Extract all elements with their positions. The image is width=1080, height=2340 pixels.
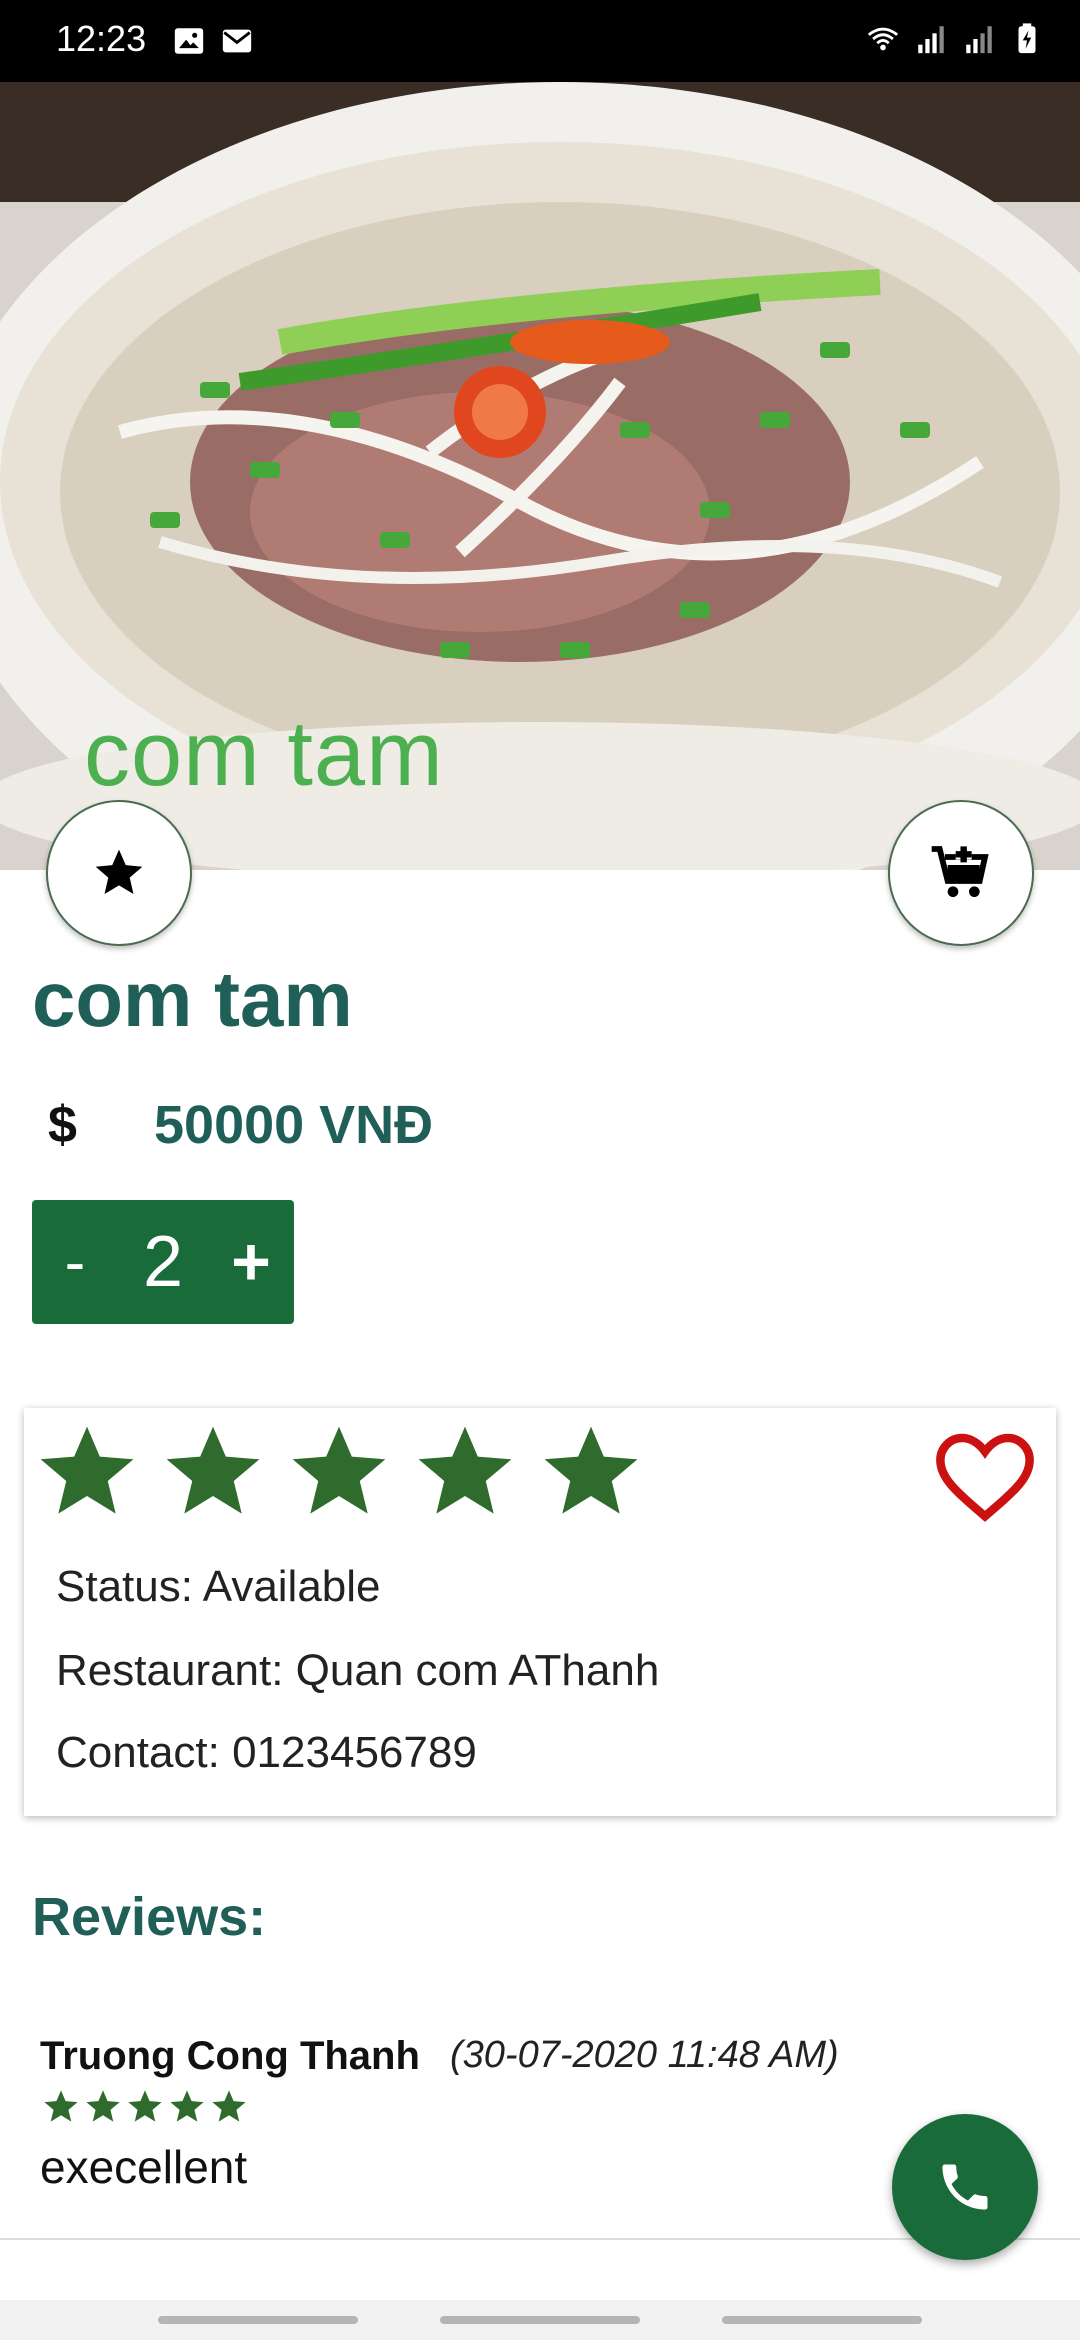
info-card: Status: Available Restaurant: Quan com A… bbox=[24, 1408, 1056, 1816]
star-icon bbox=[212, 2090, 246, 2122]
star-icon bbox=[128, 2090, 162, 2122]
image-icon bbox=[174, 28, 204, 54]
food-name: com tam bbox=[32, 955, 353, 1043]
heart-outline-icon[interactable] bbox=[934, 1430, 1036, 1526]
star-icon bbox=[170, 2090, 204, 2122]
review-rating-stars bbox=[42, 2088, 248, 2126]
star-icon bbox=[544, 1426, 638, 1514]
favorite-star-button[interactable] bbox=[46, 800, 192, 946]
price-row: $ 50000 VNĐ bbox=[48, 1094, 433, 1156]
star-icon bbox=[86, 2090, 120, 2122]
review-text: execellent bbox=[40, 2141, 248, 2193]
call-button[interactable] bbox=[892, 2114, 1038, 2260]
star-icon bbox=[166, 1426, 260, 1514]
quantity-decrease-button[interactable]: - bbox=[32, 1227, 118, 1298]
signal-icon bbox=[918, 26, 944, 54]
food-hero-image: com tam bbox=[0, 82, 1080, 870]
reviews-heading: Reviews: bbox=[32, 1887, 267, 1947]
nav-home[interactable] bbox=[440, 2316, 640, 2324]
wifi-icon bbox=[867, 27, 899, 51]
rating-stars[interactable] bbox=[34, 1420, 644, 1526]
hero-food-title: com tam bbox=[84, 703, 444, 805]
nav-back[interactable] bbox=[722, 2316, 922, 2324]
battery-charging-icon bbox=[1018, 23, 1036, 54]
status-left-icons bbox=[172, 24, 254, 58]
quantity-increase-button[interactable]: + bbox=[208, 1223, 294, 1301]
review-date: (30-07-2020 11:48 AM) bbox=[450, 2034, 839, 2076]
quantity-stepper: - 2 + bbox=[32, 1200, 294, 1324]
phone-icon bbox=[942, 2164, 988, 2210]
mail-icon bbox=[222, 29, 252, 53]
price-value: 50000 VNĐ bbox=[154, 1095, 434, 1155]
signal-icon bbox=[966, 26, 992, 54]
contact-text: Contact: 0123456789 bbox=[56, 1728, 477, 1777]
quantity-value: 2 bbox=[142, 1222, 184, 1302]
star-icon bbox=[418, 1426, 512, 1514]
star-icon bbox=[95, 849, 143, 894]
add-to-cart-icon bbox=[931, 846, 989, 897]
status-text: Status: Available bbox=[56, 1562, 381, 1611]
restaurant-text: Restaurant: Quan com AThanh bbox=[56, 1646, 660, 1695]
status-time: 12:23 bbox=[56, 18, 147, 59]
add-to-cart-button[interactable] bbox=[888, 800, 1034, 946]
status-right-icons bbox=[866, 22, 1044, 56]
system-nav-bar bbox=[0, 2300, 1080, 2340]
reviewer-name: Truong Cong Thanh bbox=[40, 2034, 420, 2078]
currency-icon: $ bbox=[48, 1096, 77, 1154]
nav-recent-apps[interactable] bbox=[158, 2316, 358, 2324]
star-icon bbox=[292, 1426, 386, 1514]
status-bar: 12:23 bbox=[0, 0, 1080, 82]
star-icon bbox=[40, 1426, 134, 1514]
star-icon bbox=[44, 2090, 78, 2122]
